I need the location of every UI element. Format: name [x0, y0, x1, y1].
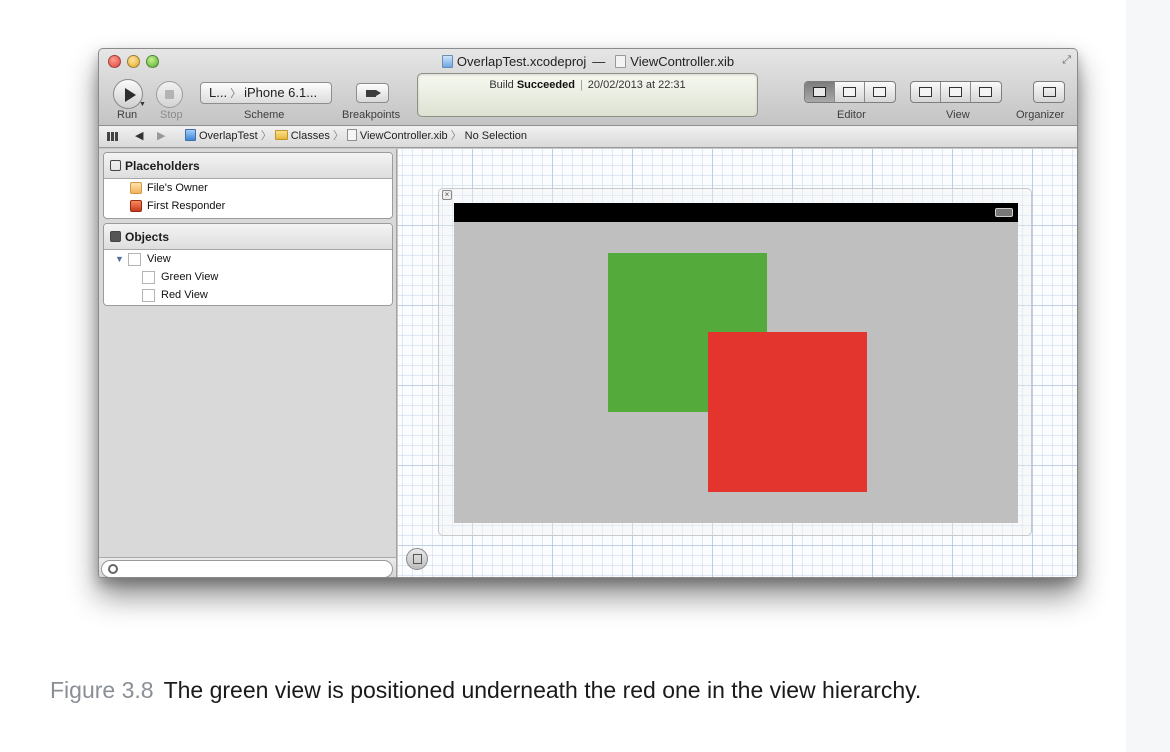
placeholder-cube-icon	[110, 160, 121, 171]
editor-label: Editor	[837, 109, 866, 121]
build-timestamp: 20/02/2013 at 22:31	[587, 79, 686, 91]
breadcrumb-chevron-icon: 〉	[260, 130, 272, 142]
placeholders-heading: Placeholders	[104, 153, 392, 179]
breakpoints-button[interactable]	[356, 83, 389, 103]
folder-icon	[274, 130, 288, 140]
outline-item-files-owner[interactable]: File's Owner	[104, 179, 392, 197]
breadcrumb: OverlapTest 〉 Classes 〉 ViewController.xib 〉 N…	[185, 126, 527, 147]
activity-viewer: Build Succeeded | 20/02/2013 at 22:31	[417, 73, 758, 117]
xcodeproj-icon	[441, 55, 453, 68]
simulated-status-bar	[454, 203, 1018, 222]
standard-editor-button[interactable]	[805, 82, 835, 102]
version-editor-icon	[873, 87, 886, 97]
assistant-editor-button[interactable]	[835, 82, 865, 102]
navigator-panel-icon	[919, 87, 932, 97]
outline-item-first-responder[interactable]: First Responder	[104, 197, 392, 215]
stop-label: Stop	[160, 109, 183, 121]
figure-caption: Figure 3.8 The green view is positioned u…	[50, 677, 921, 704]
outline-filter-input[interactable]	[101, 560, 393, 577]
jump-bar: ◀ ▶ OverlapTest 〉 Classes 〉 ViewController.x…	[99, 126, 1077, 148]
debug-area-toggle-button[interactable]	[941, 82, 971, 102]
project-icon	[185, 129, 196, 141]
files-owner-icon	[130, 182, 142, 194]
page-margin	[1126, 0, 1170, 752]
activity-separator: |	[579, 79, 583, 91]
placeholders-group: Placeholders File's Owner First Responde…	[103, 152, 393, 219]
outline-item-green-view[interactable]: Green View	[104, 268, 392, 286]
back-button[interactable]: ◀	[135, 126, 143, 147]
battery-icon	[995, 208, 1013, 217]
debug-panel-icon	[949, 87, 962, 97]
run-options-chevron-icon[interactable]: ▼	[139, 101, 146, 108]
red-view[interactable]	[708, 332, 867, 492]
outline-item-red-view[interactable]: Red View	[104, 286, 392, 304]
breadcrumb-chevron-icon: 〉	[450, 130, 462, 142]
view-label: View	[946, 109, 970, 121]
stop-button[interactable]	[156, 81, 183, 108]
breakpoint-icon	[366, 90, 376, 97]
organizer-button[interactable]	[1033, 81, 1065, 103]
objects-heading: Objects	[104, 224, 392, 250]
scheme-label: Scheme	[244, 109, 285, 121]
build-status: Succeeded	[516, 79, 575, 91]
breadcrumb-project[interactable]: OverlapTest	[185, 126, 258, 147]
version-editor-button[interactable]	[865, 82, 895, 102]
breadcrumb-chevron-icon: 〉	[332, 130, 344, 142]
breadcrumb-group[interactable]: Classes	[274, 126, 330, 147]
title-project: OverlapTest.xcodeproj	[456, 54, 587, 69]
toolbar: ⤢ OverlapTest.xcodeproj — ViewController.x…	[99, 49, 1077, 126]
outline-item-view[interactable]: ▼ View	[104, 250, 392, 268]
breakpoints-label: Breakpoints	[342, 109, 401, 121]
breadcrumb-file[interactable]: ViewController.xib	[346, 126, 448, 147]
scheme-device: iPhone 6.1...	[244, 85, 318, 100]
disclosure-triangle-icon[interactable]: ▼	[115, 250, 124, 268]
assistant-editor-icon	[843, 87, 856, 97]
title-document: ViewController.xib	[630, 54, 735, 69]
view-icon	[142, 289, 155, 302]
navigator-toggle-button[interactable]	[911, 82, 941, 102]
view-icon	[128, 253, 141, 266]
scheme-selector[interactable]: L... 〉 iPhone 6.1...	[200, 82, 332, 104]
interface-builder-canvas[interactable]: ×	[398, 149, 1077, 577]
standard-editor-icon	[813, 87, 826, 97]
root-view[interactable]	[454, 203, 1018, 523]
organizer-label: Organizer	[1016, 109, 1065, 121]
run-label: Run	[117, 109, 138, 121]
xib-file-icon	[346, 129, 357, 141]
title-separator: —	[592, 54, 606, 69]
related-items-icon[interactable]	[107, 132, 119, 141]
scheme-target: L...	[209, 85, 228, 100]
scheme-chevron-icon: 〉	[230, 88, 242, 100]
document-outline: Placeholders File's Owner First Responde…	[99, 149, 397, 577]
outline-filter-bar	[99, 557, 396, 577]
figure-label: Figure 3.8	[50, 677, 154, 703]
view-icon	[142, 271, 155, 284]
objects-group: Objects ▼ View Green View Red View	[103, 223, 393, 306]
filter-icon	[108, 564, 118, 574]
stop-icon	[165, 90, 174, 99]
breadcrumb-selection[interactable]: No Selection	[465, 126, 527, 147]
close-icon[interactable]: ×	[442, 190, 452, 200]
xcode-window: ⤢ OverlapTest.xcodeproj — ViewController.x…	[98, 48, 1078, 578]
first-responder-icon	[130, 200, 142, 212]
outline-toggle-icon	[413, 554, 422, 564]
forward-button[interactable]: ▶	[157, 126, 165, 147]
organizer-icon	[1043, 87, 1056, 97]
document-outline-toggle-button[interactable]	[406, 548, 428, 570]
editor-segmented-control	[804, 81, 896, 103]
xib-file-icon	[615, 55, 627, 68]
caption-text: The green view is positioned underneath …	[163, 677, 922, 703]
objects-cube-icon	[110, 231, 121, 242]
utilities-panel-icon	[979, 87, 992, 97]
play-icon	[125, 88, 136, 102]
window-title: OverlapTest.xcodeproj — ViewController.xib	[99, 54, 1077, 69]
view-segmented-control	[910, 81, 1002, 103]
utilities-toggle-button[interactable]	[971, 82, 1001, 102]
build-status-prefix: Build	[489, 79, 514, 91]
